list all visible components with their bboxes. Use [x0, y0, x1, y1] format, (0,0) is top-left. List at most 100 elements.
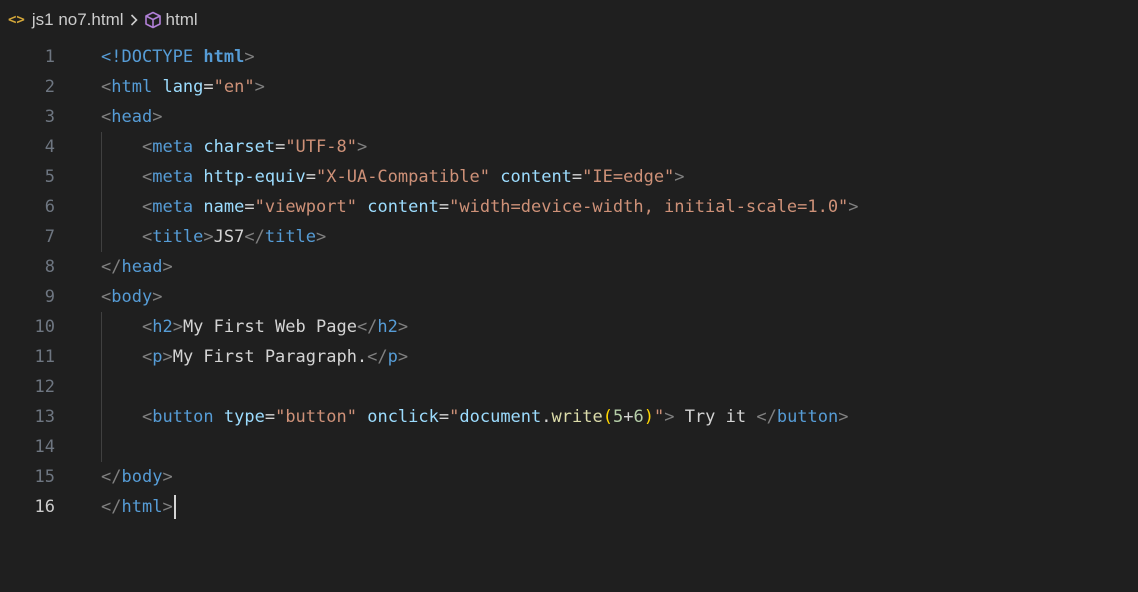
code-token: "IE=edge": [582, 167, 675, 187]
code-editor[interactable]: <> js1 no7.html html 1 <!DOCTYPE html> 2 <h…: [0, 0, 1138, 592]
code-token: </: [756, 407, 777, 427]
code-token: >: [254, 77, 265, 97]
code-line[interactable]: 12: [0, 372, 1138, 402]
code-line[interactable]: 8 </head>: [0, 252, 1138, 282]
code-token: <: [101, 77, 112, 97]
line-number: 6: [44, 197, 55, 217]
code-line[interactable]: 5 <meta http-equiv="X-UA-Compatible" con…: [0, 162, 1138, 192]
code-token: head: [111, 107, 153, 127]
code-token: =: [244, 197, 255, 217]
code-token: html: [121, 497, 163, 517]
line-content: <h2>My First Web Page</h2>: [101, 312, 408, 342]
code-line[interactable]: 7 <title>JS7</title>: [0, 222, 1138, 252]
code-token: ): [643, 407, 654, 427]
line-content: <body>: [101, 282, 162, 312]
code-token: +: [623, 407, 634, 427]
code-token: meta: [152, 197, 194, 217]
code-token: =: [571, 167, 583, 187]
line-number: 7: [44, 227, 55, 247]
line-number: 5: [44, 167, 55, 187]
code-token: <: [101, 287, 112, 307]
code-token: html: [203, 47, 245, 67]
line-number: 9: [44, 287, 55, 307]
code-token: p: [152, 347, 163, 367]
code-token: <: [141, 137, 153, 157]
code-line[interactable]: 15 </body>: [0, 462, 1138, 492]
code-line[interactable]: 3 <head>: [0, 102, 1138, 132]
code-token: "X-UA-Compatible": [316, 167, 491, 187]
code-line[interactable]: 2 <html lang="en">: [0, 72, 1138, 102]
line-content: <meta name="viewport" content="width=dev…: [101, 192, 859, 222]
line-number: 2: [44, 77, 55, 97]
code-token: h2: [377, 317, 398, 337]
code-line[interactable]: 11 <p>My First Paragraph.</p>: [0, 342, 1138, 372]
code-token: ": [449, 407, 460, 427]
code-token: "button": [275, 407, 357, 427]
line-number: 15: [34, 467, 55, 487]
code-token: "viewport": [254, 197, 357, 217]
line-number: 16: [34, 497, 55, 517]
code-line[interactable]: 14: [0, 432, 1138, 462]
breadcrumb-symbol[interactable]: html: [166, 10, 198, 30]
code-token: content: [500, 167, 572, 187]
code-line[interactable]: 6 <meta name="viewport" content="width=d…: [0, 192, 1138, 222]
code-token: =: [264, 407, 276, 427]
code-line[interactable]: 1 <!DOCTYPE html>: [0, 42, 1138, 72]
code-token: <: [101, 107, 112, 127]
code-token: button: [152, 407, 214, 427]
code-token: >: [162, 257, 173, 277]
code-token: >: [162, 347, 173, 367]
line-content: <title>JS7</title>: [101, 222, 326, 252]
code-token: >: [316, 227, 327, 247]
code-line[interactable]: 10 <h2>My First Web Page</h2>: [0, 312, 1138, 342]
code-token: =: [305, 167, 317, 187]
code-token: >: [397, 317, 409, 337]
line-content: <meta http-equiv="X-UA-Compatible" conte…: [101, 162, 685, 192]
code-token: >: [397, 347, 409, 367]
code-line[interactable]: 13 <button type="button" onclick="docume…: [0, 402, 1138, 432]
code-token: "en": [213, 77, 255, 97]
code-token: =: [438, 407, 450, 427]
code-token: name: [203, 197, 245, 217]
code-token: lang: [162, 77, 204, 97]
code-token: >: [674, 167, 685, 187]
line-content: <!DOCTYPE html>: [101, 42, 255, 72]
code-token: <: [141, 227, 153, 247]
code-token: >: [172, 317, 183, 337]
code-line[interactable]: 9 <body>: [0, 282, 1138, 312]
code-token: body: [111, 287, 153, 307]
code-line[interactable]: 4 <meta charset="UTF-8">: [0, 132, 1138, 162]
code-area[interactable]: 1 <!DOCTYPE html> 2 <html lang="en"> 3 <head>…: [0, 42, 1138, 522]
line-number: 10: [34, 317, 55, 337]
code-token: write: [551, 407, 603, 427]
code-token: </: [101, 497, 122, 517]
line-content: </head>: [101, 252, 173, 282]
code-token: .: [541, 407, 552, 427]
code-token: meta: [152, 167, 194, 187]
chevron-right-icon: [130, 14, 138, 26]
code-token: <!DOCTYPE: [101, 47, 204, 67]
code-token: head: [121, 257, 163, 277]
code-token: document: [459, 407, 542, 427]
line-number: 4: [44, 137, 55, 157]
cube-icon: [144, 11, 162, 29]
line-content: <head>: [101, 102, 162, 132]
code-token: http-equiv: [203, 167, 306, 187]
code-token: >: [162, 467, 173, 487]
code-token: >: [664, 407, 675, 427]
code-token: =: [438, 197, 450, 217]
breadcrumb-file[interactable]: js1 no7.html: [32, 10, 124, 30]
code-line[interactable]: 16 </html>: [0, 492, 1138, 522]
code-token: <: [141, 317, 153, 337]
text-cursor: [173, 495, 176, 519]
line-number: 3: [44, 107, 55, 127]
